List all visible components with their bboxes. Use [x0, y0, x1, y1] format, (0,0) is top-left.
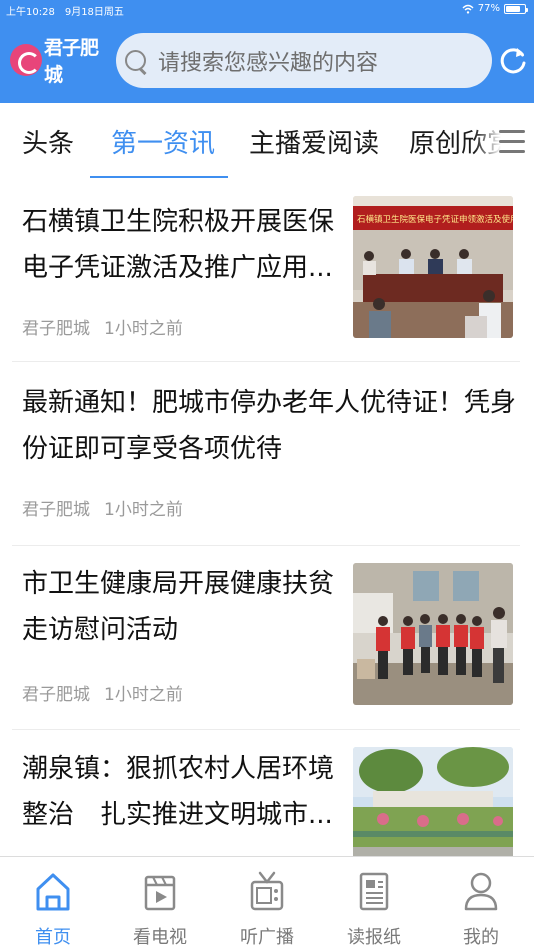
logo-text: 君子肥城	[44, 37, 99, 86]
tab-toutiao[interactable]: 头条	[22, 123, 74, 160]
news-time: 1小时之前	[104, 319, 183, 339]
nav-me-label: 我的	[463, 927, 499, 948]
logo-icon	[10, 44, 42, 76]
app-logo: 君子肥城	[10, 37, 108, 86]
newspaper-icon	[359, 872, 389, 911]
news-title: 潮泉镇：狠抓农村人居环境 整治 扎实推进文明城市...	[22, 754, 335, 830]
news-title: 石横镇卫生院积极开展医保 电子凭证激活及推广应用...	[22, 207, 335, 283]
search-input[interactable]: 请搜索您感兴趣的内容	[116, 33, 492, 88]
battery-percent: 77%	[477, 3, 500, 14]
battery-icon	[504, 3, 528, 14]
nav-home-label: 首页	[35, 927, 71, 948]
tab-first-news[interactable]: 第一资讯	[111, 123, 215, 160]
nav-newspaper-label: 读报纸	[347, 927, 401, 948]
status-bar: 上午10:28 9月18日周五 77%	[0, 0, 534, 20]
nav-home[interactable]: 首页	[13, 869, 93, 948]
home-icon	[36, 873, 70, 911]
news-item[interactable]: 石横镇卫生院积极开展医保 电子凭证激活及推广应用... 君子肥城 1小时之前 石…	[0, 179, 534, 361]
bottom-nav: 首页 看电视 听广播 读报纸 我的	[0, 856, 534, 950]
nav-tv-label: 看电视	[133, 927, 187, 948]
wifi-icon	[462, 4, 474, 14]
status-time: 上午10:28	[6, 7, 55, 18]
news-time: 1小时之前	[104, 685, 183, 705]
news-item[interactable]: 潮泉镇：狠抓农村人居环境 整治 扎实推进文明城市...	[0, 730, 534, 856]
user-icon	[464, 872, 498, 911]
category-tabs: 头条 第一资讯 主播爱阅读 原创欣赏	[0, 103, 534, 179]
nav-newspaper[interactable]: 读报纸	[334, 869, 414, 948]
news-item[interactable]: 市卫生健康局开展健康扶贫 走访慰问活动 君子肥城 1小时之前	[0, 546, 534, 729]
nav-tv[interactable]: 看电视	[120, 869, 200, 948]
app-header: 上午10:28 9月18日周五 77% 君子肥城 请搜索您感兴趣的内容	[0, 0, 534, 103]
news-source: 君子肥城	[22, 500, 90, 520]
radio-icon	[250, 871, 284, 911]
news-title: 最新通知！肥城市停办老年人优待证！凭身 份证即可享受各项优待	[22, 388, 517, 464]
news-source: 君子肥城	[22, 685, 90, 705]
news-item[interactable]: 最新通知！肥城市停办老年人优待证！凭身 份证即可享受各项优待 君子肥城 1小时之…	[0, 362, 534, 545]
search-placeholder: 请搜索您感兴趣的内容	[158, 50, 379, 76]
nav-radio[interactable]: 听广播	[227, 869, 307, 948]
news-thumbnail: 石横镇卫生院医保电子凭证申领激活及使用培训	[353, 196, 513, 338]
status-date: 9月18日周五	[64, 7, 124, 18]
menu-icon[interactable]	[497, 127, 527, 157]
news-thumbnail	[353, 747, 513, 856]
nav-radio-label: 听广播	[240, 927, 294, 948]
search-icon	[124, 49, 148, 73]
film-icon	[144, 875, 176, 911]
news-meta: 君子肥城 1小时之前	[22, 314, 183, 339]
active-tab-indicator	[90, 176, 228, 178]
thumbnail-banner-text: 石横镇卫生院医保电子凭证申领激活及使用培训	[357, 214, 513, 225]
news-thumbnail	[353, 563, 513, 705]
news-meta: 君子肥城 1小时之前	[22, 495, 183, 520]
refresh-icon[interactable]	[498, 44, 528, 78]
news-time: 1小时之前	[104, 500, 183, 520]
news-source: 君子肥城	[22, 319, 90, 339]
news-title: 市卫生健康局开展健康扶贫 走访慰问活动	[22, 569, 335, 645]
news-meta: 君子肥城 1小时之前	[22, 680, 183, 705]
news-feed: 石横镇卫生院积极开展医保 电子凭证激活及推广应用... 君子肥城 1小时之前 石…	[0, 179, 534, 856]
tab-anchor-reading[interactable]: 主播爱阅读	[249, 123, 379, 160]
nav-me[interactable]: 我的	[441, 869, 521, 948]
